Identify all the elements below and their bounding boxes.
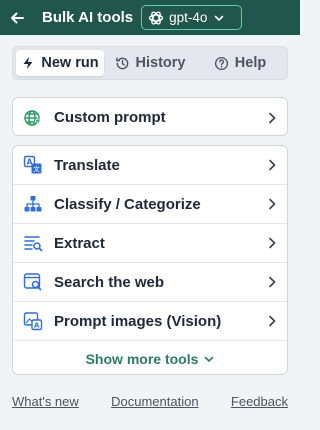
tab-history[interactable]: History <box>104 50 196 76</box>
back-button[interactable] <box>0 0 34 35</box>
model-label: gpt-4o <box>169 10 208 25</box>
translate-icon: A文 <box>22 154 44 176</box>
documentation-link[interactable]: Documentation <box>111 394 198 409</box>
svg-text:文: 文 <box>33 164 40 173</box>
arrow-left-icon <box>11 12 24 23</box>
app-title: Bulk AI tools <box>42 9 134 26</box>
chevron-right-icon <box>267 276 277 288</box>
chevron-right-icon <box>267 112 277 124</box>
tab-label: Help <box>234 55 267 71</box>
globe-bolt-icon <box>22 107 44 129</box>
svg-text:A: A <box>34 322 40 330</box>
show-more-label: Show more tools <box>85 351 199 367</box>
tool-search-web[interactable]: Search the web <box>13 263 287 302</box>
chevron-right-icon <box>267 159 277 171</box>
tab-new-run[interactable]: New run <box>16 50 104 76</box>
chevron-down-icon <box>204 354 214 364</box>
tool-classify[interactable]: Classify / Categorize <box>13 185 287 224</box>
feedback-link[interactable]: Feedback <box>231 394 288 409</box>
tool-translate[interactable]: A文 Translate <box>13 146 287 185</box>
tool-label: Extract <box>54 234 105 252</box>
chevron-right-icon <box>267 198 277 210</box>
extract-icon <box>22 232 44 254</box>
chevron-down-icon <box>214 13 224 23</box>
whats-new-link[interactable]: What's new <box>12 394 79 409</box>
tool-label: Translate <box>54 156 120 174</box>
chevron-right-icon <box>267 315 277 327</box>
chevron-right-icon <box>267 237 277 249</box>
tool-custom-prompt[interactable]: Custom prompt <box>13 98 287 137</box>
header-bar: Bulk AI tools gpt-4o <box>0 0 300 35</box>
tab-bar: New run History Help <box>12 46 288 80</box>
bolt-icon <box>21 56 35 70</box>
hierarchy-icon <box>22 193 44 215</box>
tool-label: Search the web <box>54 273 165 291</box>
tab-help[interactable]: Help <box>196 50 284 76</box>
help-circle-icon <box>214 56 229 71</box>
tab-label: History <box>135 55 186 71</box>
image-text-icon: A <box>22 310 44 332</box>
web-search-icon <box>22 271 44 293</box>
primary-tools: Custom prompt <box>12 97 288 136</box>
tool-extract[interactable]: Extract <box>13 224 287 263</box>
tool-label: Custom prompt <box>54 109 166 126</box>
tab-label: New run <box>41 55 99 71</box>
openai-icon <box>148 11 164 24</box>
model-selector[interactable]: gpt-4o <box>141 5 243 30</box>
tool-label: Prompt images (Vision) <box>54 312 222 330</box>
tool-prompt-images[interactable]: A Prompt images (Vision) <box>13 302 287 341</box>
show-more-tools-button[interactable]: Show more tools <box>13 341 287 377</box>
tools-list: A文 Translate Classify / Categorize Extra… <box>12 145 288 375</box>
history-icon <box>115 56 130 71</box>
footer-links: What's new Documentation Feedback <box>12 394 288 409</box>
tool-label: Classify / Categorize <box>54 195 201 213</box>
